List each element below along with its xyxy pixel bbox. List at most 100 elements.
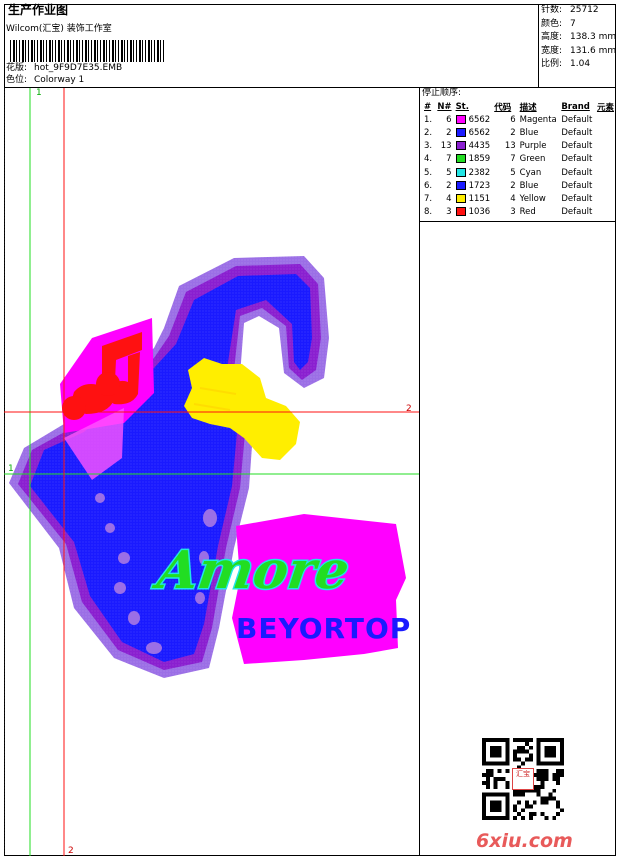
header-panel: 生产作业图 Wilcom(汇宝) 装饰工作室 花版: hot_9F9D7E35.… — [4, 4, 539, 88]
stitch-count-cell: 1036 — [454, 206, 493, 219]
stitch-count: 1036 — [468, 207, 491, 218]
elements — [595, 206, 616, 219]
needle-number: 3 — [446, 207, 452, 218]
stitch-count-cell: 1723 — [454, 179, 493, 192]
row-index: 5. — [424, 167, 433, 178]
guide-marker-1-left: 1 — [8, 464, 14, 474]
brand-name: Default — [561, 141, 593, 152]
color-row: 5. 5 2382 5 Cyan Default — [422, 166, 616, 179]
colorway-name: Colorway 1 — [34, 75, 85, 85]
brand-name: Default — [561, 114, 593, 125]
color-row: 6. 2 1723 2 Blue Default — [422, 179, 616, 192]
embroidery-design: Amore BEYORTOP — [4, 88, 419, 856]
color-row: 4. 7 1859 7 Green Default — [422, 153, 616, 166]
stat-label: 比例: — [541, 59, 563, 69]
color-row: 8. 3 1036 3 Red Default — [422, 206, 616, 219]
color-swatch — [455, 141, 466, 151]
stat-label: 针数: — [541, 5, 563, 15]
stitch-count: 2382 — [468, 167, 491, 178]
needle-number: 7 — [446, 154, 452, 165]
stat-label: 颜色: — [541, 18, 563, 29]
color-swatch — [455, 180, 466, 190]
needle-number: 2 — [446, 127, 452, 138]
color-swatch — [455, 127, 466, 137]
color-code: 5 — [510, 167, 516, 178]
needle-number: 6 — [446, 114, 452, 125]
color-table: # N# St. 代码 描述 Brand 元素 1. 6 6562 6 Magenta Default… — [422, 100, 616, 219]
color-description: Blue — [519, 127, 539, 138]
color-description: Yellow — [519, 193, 546, 204]
stop-sequence-label: 停止顺序: — [422, 88, 462, 98]
row-index: 3. — [424, 141, 433, 152]
color-row: 1. 6 6562 6 Magenta Default — [422, 113, 616, 126]
stop-sequence-list: 停止顺序: # N# St. 代码 描述 Brand 元素 1. 6 6562 6 Magenta D… — [420, 88, 616, 222]
needle-number: 2 — [446, 180, 452, 191]
row-index: 4. — [424, 154, 433, 165]
color-description: Purple — [519, 141, 547, 152]
stats-panel: 针数: 25712 颜色: 7 高度: 138.3 mm 宽度: 131.6 mm 比例: 1.0… — [539, 4, 616, 88]
column-header: 描述 — [519, 102, 537, 113]
elements — [595, 140, 616, 153]
stitch-count-cell: 1151 — [454, 192, 493, 205]
column-header: # — [424, 101, 432, 112]
amore-text: Amore — [149, 540, 353, 601]
stitch-count-cell: 2382 — [454, 166, 493, 179]
color-description: Red — [519, 207, 536, 218]
seal-stamp: 汇宝 — [512, 768, 534, 790]
site-watermark: 6xiu.com — [476, 830, 573, 852]
brand-name: Default — [561, 127, 593, 138]
needle-number: 4 — [446, 193, 452, 204]
color-code: 3 — [510, 207, 516, 218]
elements — [595, 166, 616, 179]
stat-value: 1.04 — [570, 59, 591, 69]
column-header: St. — [455, 101, 469, 112]
stat-value: 138.3 mm — [570, 32, 617, 42]
color-code: 4 — [510, 193, 516, 204]
needle-number: 5 — [446, 167, 452, 178]
company-name: Wilcom(汇宝) 装饰工作室 — [6, 24, 112, 34]
stitch-count-cell: 6562 — [454, 113, 493, 126]
stitch-count: 6562 — [468, 114, 491, 125]
elements — [595, 192, 616, 205]
color-code: 6 — [510, 114, 516, 125]
guide-marker-1-top: 1 — [36, 88, 42, 98]
beyortop-text: BEYORTOP — [236, 612, 411, 645]
design-file: hot_9F9D7E35.EMB — [34, 63, 123, 73]
color-sequence-panel: 停止顺序: # N# St. 代码 描述 Brand 元素 1. 6 6562 6 Magenta D… — [420, 88, 616, 856]
color-code: 13 — [504, 141, 516, 152]
column-header: Brand — [561, 101, 590, 112]
stitch-count: 4435 — [468, 141, 491, 152]
column-header: N# — [437, 101, 452, 112]
row-index: 1. — [424, 114, 433, 125]
design-label: 花版: — [6, 63, 28, 73]
stat-label: 宽度: — [541, 45, 563, 56]
color-description: Green — [519, 154, 546, 165]
color-row: 2. 2 6562 2 Blue Default — [422, 126, 616, 139]
sheet-title: 生产作业图 — [8, 3, 69, 17]
color-swatch — [455, 207, 466, 217]
color-swatch — [455, 193, 466, 203]
guide-marker-2-right: 2 — [406, 404, 412, 414]
color-code: 2 — [510, 180, 516, 191]
colorway-label: 色位: — [6, 75, 28, 85]
brand-name: Default — [561, 167, 593, 178]
stat-value: 131.6 mm — [570, 45, 617, 56]
design-canvas: Amore BEYORTOP 1 1 2 2 — [4, 88, 420, 856]
color-description: Blue — [519, 180, 539, 191]
color-code: 7 — [510, 154, 516, 165]
color-row: 3. 13 4435 13 Purple Default — [422, 140, 616, 153]
stitch-count-cell: 1859 — [454, 153, 493, 166]
color-row: 7. 4 1151 4 Yellow Default — [422, 192, 616, 205]
stitch-count: 6562 — [468, 127, 491, 138]
row-index: 8. — [424, 207, 433, 218]
row-index: 7. — [424, 193, 433, 204]
barcode — [10, 40, 165, 62]
brand-name: Default — [561, 207, 593, 218]
stitch-count-cell: 6562 — [454, 126, 493, 139]
brand-name: Default — [561, 180, 593, 191]
stitch-count-cell: 4435 — [454, 140, 493, 153]
stitch-count: 1151 — [468, 193, 491, 204]
elements — [595, 126, 616, 139]
stitch-count: 1723 — [468, 180, 491, 191]
brand-name: Default — [561, 154, 593, 165]
